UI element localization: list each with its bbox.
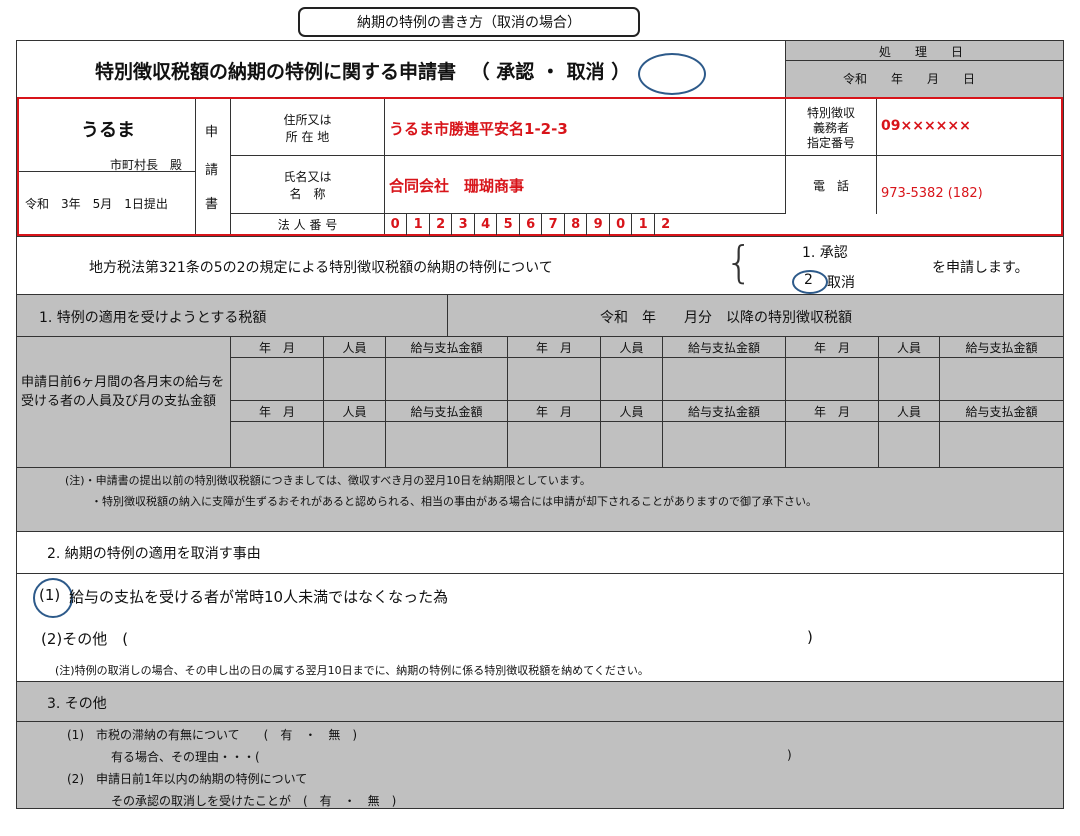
section2-note: (注)特例の取消しの場合、その申し出の日の属する翌月10日までに、納期の特例に係…	[55, 664, 649, 677]
section2-item1-number: (1)	[39, 586, 61, 604]
col-header: 人員	[896, 404, 921, 419]
application-form: 特別徴収税額の納期の特例に関する申請書 （ 承認 ・ 取消 ） 処 理 日 令和…	[16, 40, 1064, 809]
form-title: 特別徴収税額の納期の特例に関する申請書 （ 承認 ・ 取消 ）	[95, 61, 631, 83]
address-label: 住所又は 所 在 地	[283, 113, 332, 144]
statement-text: 地方税法第321条の5の2の規定による特別徴収税額の納期の特例について	[89, 260, 553, 276]
col-header: 年 月	[258, 404, 295, 419]
col-header: 給与支払金額	[410, 404, 483, 419]
corp-digit: 9	[586, 213, 609, 235]
option-cancel-text: 取消	[827, 275, 855, 291]
form-label-2: 請	[205, 163, 219, 178]
col-header: 給与支払金額	[965, 340, 1038, 355]
name-label: 氏名又は 名 称	[283, 169, 332, 201]
corp-digit: 3	[451, 213, 474, 235]
col-header: 給与支払金額	[687, 404, 760, 419]
col-header: 人員	[896, 340, 921, 355]
section3-line4: その承認の取消しを受けたことが ( 有 ・ 無 )	[111, 794, 397, 808]
address-value: うるま市勝連平安名1-2-3	[389, 120, 568, 138]
col-header: 年 月	[535, 404, 572, 419]
section3-line2: 有る場合、その理由・・・(	[111, 750, 260, 764]
corp-digit: 4	[473, 213, 497, 235]
city-name: うるま	[81, 120, 135, 141]
section2-item1-text: 給与の支払を受ける者が常時10人未満ではなくなった為	[69, 588, 449, 606]
col-header: 給与支払金額	[410, 340, 483, 355]
corp-digit: 1	[406, 213, 429, 235]
corp-digit: 6	[518, 213, 542, 235]
form-caption-text: 納期の特例の書き方（取消の場合）	[357, 15, 581, 31]
option-cancel-circle	[792, 270, 828, 294]
section2-heading: 2. 納期の特例の適用を取消す事由	[47, 546, 261, 562]
corp-number-cells: 0 1 2 3 4 5 6 7 8 9 0 1 2	[384, 213, 785, 235]
processing-date-label: 処 理 日	[879, 45, 964, 59]
section2-item2-close: )	[807, 628, 813, 646]
col-header: 人員	[342, 404, 367, 419]
phone-label: 電 話	[812, 178, 849, 193]
col-header: 年 月	[535, 340, 572, 355]
corp-digit: 2	[653, 213, 677, 235]
form-label-1: 申	[205, 125, 219, 140]
form-label-3: 書	[205, 197, 219, 212]
mayor-label: 市町村長 殿	[110, 158, 183, 172]
option-approve: 1. 承認	[802, 245, 848, 261]
corp-digit: 5	[496, 213, 519, 235]
section3-line2-close: )	[787, 748, 792, 762]
cancel-title-circle	[638, 53, 706, 95]
section3-heading: 3. その他	[47, 696, 107, 712]
section1-note-2: ・特別徴収税額の納入に支障が生ずるおそれがあると認められる、相当の事由がある場合…	[91, 495, 817, 508]
col-header: 給与支払金額	[965, 404, 1038, 419]
section3	[17, 681, 1063, 808]
section2-item2: (2)その他 (	[41, 630, 129, 648]
designation-label: 特別徴収 義務者 指定番号	[806, 105, 855, 150]
corp-digit: 0	[390, 216, 400, 232]
phone-value: 973-5382 (182)	[881, 186, 983, 201]
corp-digit: 8	[563, 213, 587, 235]
corp-digit: 7	[541, 213, 564, 235]
corp-digit: 2	[428, 213, 452, 235]
corp-digit: 0	[608, 213, 632, 235]
col-header: 年 月	[813, 404, 850, 419]
section1-heading: 1. 特例の適用を受けようとする税額	[39, 310, 267, 326]
submit-date: 令和 3年 5月 1日提出	[25, 197, 168, 211]
col-header: 年 月	[258, 340, 295, 355]
corp-number-label: 法 人 番 号	[277, 217, 338, 232]
section3-line3: (2) 申請日前1年以内の納期の特例について	[67, 772, 308, 786]
col-header: 人員	[342, 340, 367, 355]
brace-icon: {	[725, 237, 753, 288]
section1-right-heading: 令和 年 月分 以降の特別徴収税額	[600, 310, 852, 326]
statement-suffix: を申請します。	[932, 260, 1029, 276]
col-header: 人員	[619, 404, 644, 419]
col-header: 年 月	[813, 340, 850, 355]
name-value: 合同会社 珊瑚商事	[389, 177, 525, 195]
processing-date-value: 令和 年 月 日	[843, 72, 976, 86]
designation-value: 09××××××	[881, 118, 971, 134]
section3-line1: (1) 市税の滞納の有無について ( 有 ・ 無 )	[67, 728, 358, 742]
form-caption: 納期の特例の書き方（取消の場合）	[298, 7, 640, 37]
col-header: 給与支払金額	[687, 340, 760, 355]
col-header: 人員	[619, 340, 644, 355]
section1-row-label: 申請日前6ヶ月間の各月末の給与を受ける者の人員及び月の支払金額	[21, 375, 225, 409]
corp-digit: 1	[631, 213, 654, 235]
section1-note-1: (注)・申請書の提出以前の特別徴収税額につきましては、徴収すべき月の翌月10日を…	[65, 474, 591, 487]
